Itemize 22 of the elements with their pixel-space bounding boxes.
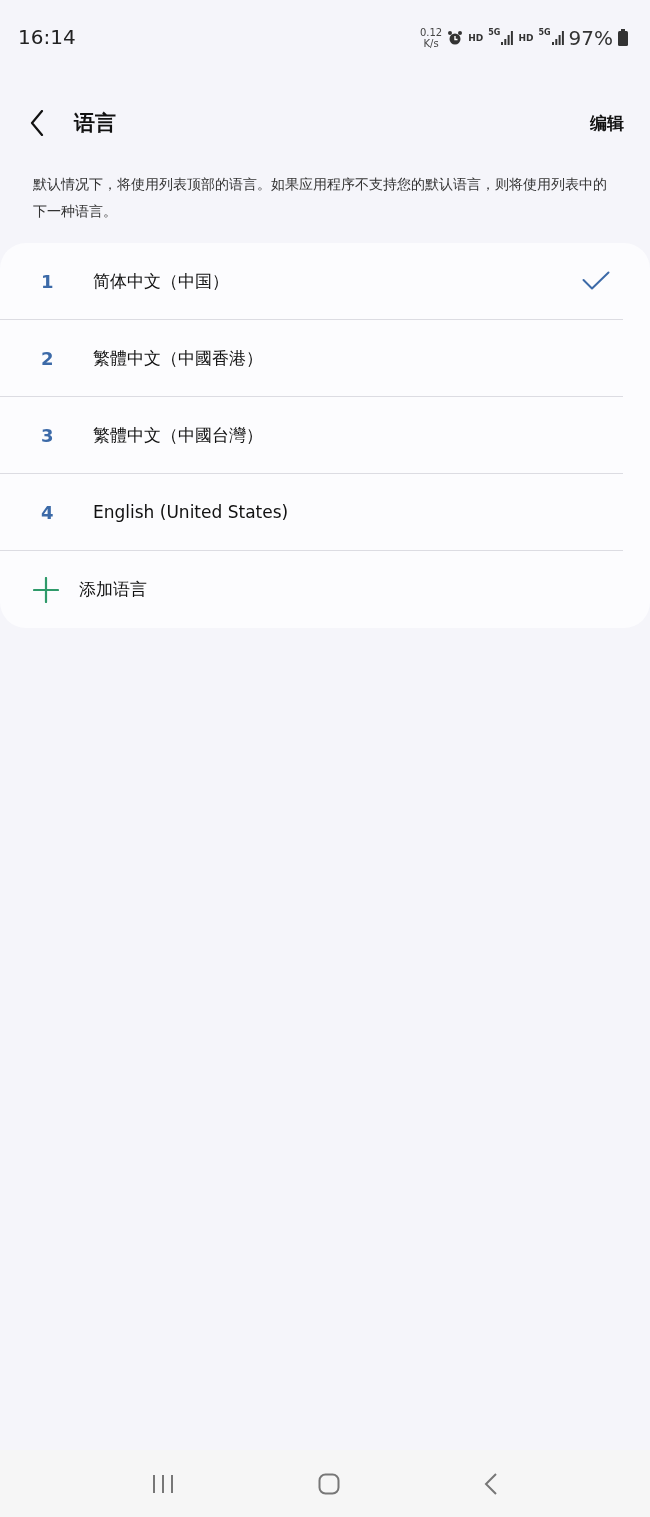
language-item[interactable]: 4 English (United States): [0, 474, 623, 551]
battery-percent: 97%: [568, 25, 613, 50]
language-item[interactable]: 3 繁體中文（中國台灣）: [0, 397, 623, 474]
language-item[interactable]: 2 繁體中文（中國香港）: [0, 320, 623, 397]
plus-icon: [33, 576, 59, 603]
hd-label: HD: [518, 32, 534, 43]
description-text: 默认情况下，将使用列表顶部的语言。如果应用程序不支持您的默认语言，则将使用列表中的下一种语言。: [32, 175, 608, 221]
network-type: 5G: [538, 27, 551, 37]
network-speed: 0.12: [419, 26, 443, 38]
signal-icon: [551, 30, 564, 45]
hd-label: HD: [468, 32, 484, 43]
edit-button[interactable]: 编辑: [590, 111, 624, 135]
alarm-icon: [447, 29, 464, 46]
speed-unit: K/s: [423, 37, 439, 49]
network-type: 5G: [488, 27, 501, 37]
back-button[interactable]: [30, 110, 44, 136]
language-item[interactable]: 1 简体中文（中国）: [0, 243, 623, 320]
add-language-item[interactable]: 添加语言: [0, 551, 623, 628]
signal-icon: [501, 30, 514, 45]
status-time: 16:14: [18, 24, 76, 49]
page-title: 语言: [74, 110, 117, 137]
battery-icon: [618, 29, 628, 46]
